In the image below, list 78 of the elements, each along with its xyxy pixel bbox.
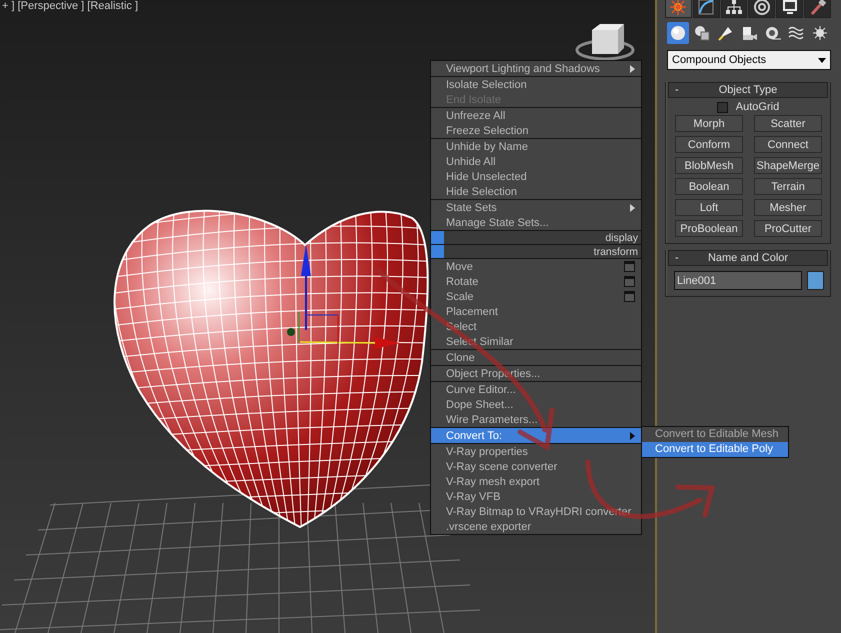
panel-tab[interactable] [804,0,831,18]
menu-item[interactable]: Hide Unselected [431,169,641,184]
curve-icon [697,0,716,16]
category-dropdown[interactable]: Compound Objects [667,50,831,70]
object-type-button[interactable]: Boolean [675,178,743,195]
particles-icon [811,24,830,42]
waves-icon [787,24,806,42]
panel-tab[interactable] [748,0,776,18]
object-type-button[interactable]: Terrain [754,178,822,195]
menu-item[interactable]: Unhide by Name [431,139,641,154]
camera-icon [740,24,758,42]
panel-tab[interactable] [692,0,720,18]
menu-item[interactable]: Scale [431,289,641,304]
view-cube-icon [576,24,634,60]
menu-item[interactable]: State Sets [431,200,641,215]
menu-item[interactable]: Convert To: [430,427,642,444]
menu-item[interactable]: Rotate [431,274,641,289]
menu-item[interactable]: V-Ray properties [431,444,641,459]
category-button[interactable] [667,22,689,44]
object-type-button[interactable]: Morph [675,115,743,132]
object-type-button[interactable]: ProCutter [754,220,822,237]
menu-item[interactable]: V-Ray scene converter [431,459,641,474]
checkbox[interactable] [716,102,728,112]
object-type-button[interactable]: BlobMesh [675,157,743,174]
menu-item[interactable]: Manage State Sets... [431,215,641,230]
object-type-button[interactable]: Conform [675,136,743,153]
submenu-item[interactable]: Convert to Editable Poly [642,442,788,457]
section-marker [431,231,444,244]
panel-tab[interactable] [665,0,692,18]
menu-item[interactable]: Wire Parameters... [431,412,641,427]
menu-item[interactable]: Placement [431,304,641,319]
panel-tab[interactable] [720,0,748,18]
menu-item[interactable]: Clone [431,350,641,365]
object-type-button[interactable]: ShapeMerge [754,157,822,174]
menu-item[interactable]: Viewport Lighting and Shadows [431,61,641,76]
object-type-button[interactable]: Loft [675,199,743,216]
sphere-icon [668,24,687,42]
hammer-icon [808,0,827,16]
target-icon [752,0,771,16]
submenu-item[interactable]: Convert to Editable Mesh [642,427,788,442]
collapse-toggle[interactable]: - [675,84,687,96]
object-type-button[interactable]: Connect [754,136,822,153]
menu-item[interactable]: Dope Sheet... [431,397,641,412]
object-type-button[interactable]: ProBoolean [675,220,743,237]
section-marker [431,245,444,258]
sun-icon [669,0,688,16]
menu-item[interactable]: V-Ray mesh export [431,474,641,489]
rollout-header[interactable]: - Name and Color [668,250,828,266]
hierarchy-icon [725,0,744,16]
collapse-toggle[interactable]: - [675,252,687,264]
menu-item[interactable]: Unhide All [431,154,641,169]
menu-item[interactable]: Curve Editor... [431,382,641,397]
object-type-button[interactable]: Scatter [754,115,822,132]
options-box-icon[interactable] [624,276,635,287]
menu-item[interactable]: .vrscene exporter [431,519,641,534]
options-box-icon[interactable] [624,291,635,302]
rollout-header[interactable]: - Object Type [668,82,828,98]
color-swatch[interactable] [807,271,824,290]
monitor-icon [780,0,799,16]
rollout-title: Object Type [718,84,778,96]
options-box-icon[interactable] [624,261,635,272]
tape-measure-icon [764,24,782,42]
object-type-button[interactable]: Mesher [754,199,822,216]
rollout-title: Name and Color [706,252,790,264]
section-label: display [605,232,639,244]
menu-item[interactable]: Freeze Selection [431,123,641,138]
menu-item[interactable]: V-Ray VFB [431,489,641,504]
name-field[interactable]: Line001 [674,271,802,290]
viewport-label[interactable]: + ] [Perspective ] [Realistic ] [2,0,138,12]
menu-item[interactable]: Hide Selection [431,184,641,199]
checkbox-label: AutoGrid [736,101,780,113]
menu-item[interactable]: Unfreeze All [431,108,641,123]
section-label: transform [594,246,639,258]
menu-item[interactable]: Move [431,259,641,274]
panel-tab[interactable] [776,0,804,18]
caret-icon [818,58,826,62]
shapes-icon [692,24,711,42]
menu-item[interactable]: Isolate Selection [431,77,641,92]
